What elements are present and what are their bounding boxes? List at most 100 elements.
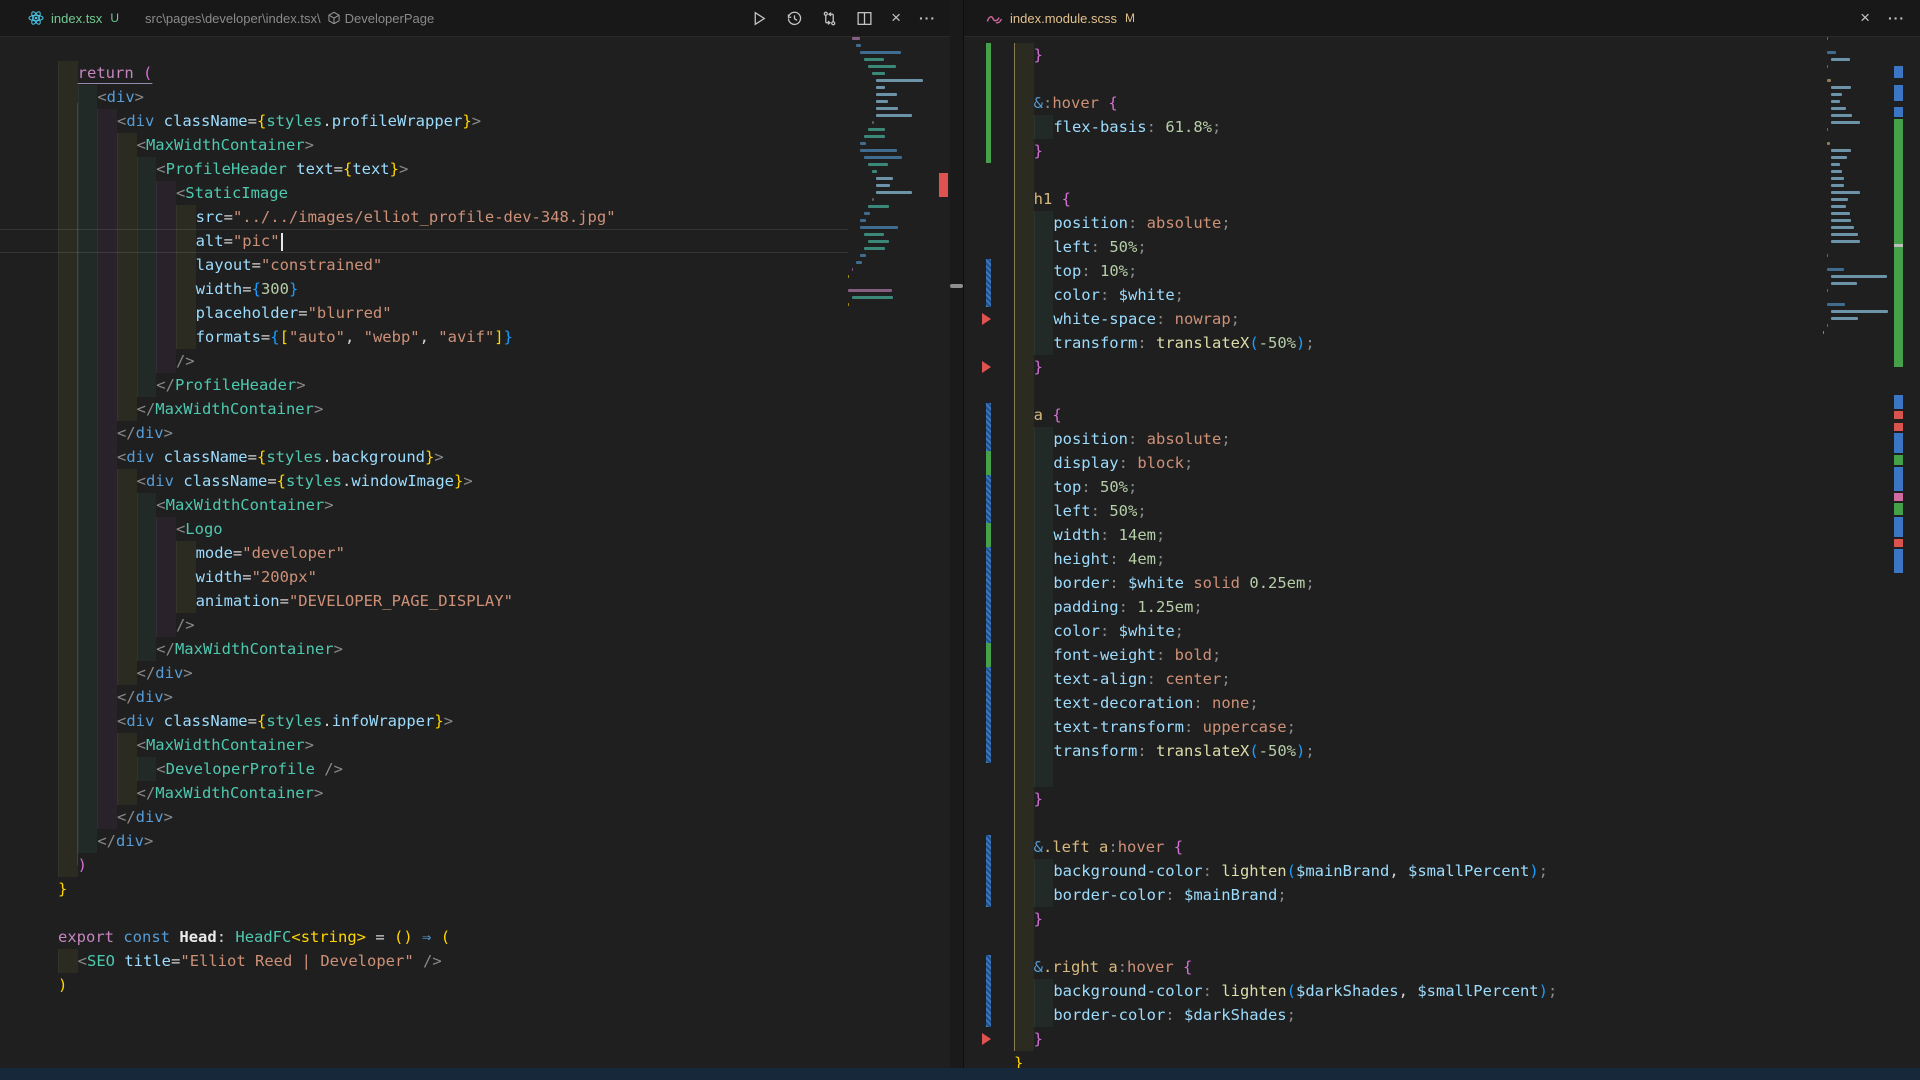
code-line[interactable]: <Logo: [0, 517, 848, 541]
code-line[interactable]: background-color: lighten($darkShades, $…: [964, 979, 1823, 1003]
code-line[interactable]: formats={["auto", "webp", "avif"]}: [0, 325, 848, 349]
code-line[interactable]: width={300}: [0, 277, 848, 301]
code-line[interactable]: }: [964, 787, 1823, 811]
code-line[interactable]: ): [0, 853, 848, 877]
code-line[interactable]: height: 4em;: [964, 547, 1823, 571]
code-line[interactable]: flex-basis: 61.8%;: [964, 115, 1823, 139]
sash-handle[interactable]: [950, 284, 963, 288]
code-line[interactable]: <div className={styles.profileWrapper}>: [0, 109, 848, 133]
code-line[interactable]: }: [964, 1027, 1823, 1051]
code-line[interactable]: </div>: [0, 829, 848, 853]
code-line[interactable]: text-align: center;: [964, 667, 1823, 691]
code-line[interactable]: }: [964, 43, 1823, 67]
code-line[interactable]: position: absolute;: [964, 211, 1823, 235]
code-line[interactable]: </div>: [0, 421, 848, 445]
code-line[interactable]: }: [964, 355, 1823, 379]
breadcrumb-path[interactable]: src\pages\developer\index.tsx\: [145, 11, 321, 26]
code-line[interactable]: border-color: $mainBrand;: [964, 883, 1823, 907]
split-editor-icon[interactable]: [856, 10, 873, 27]
code-line[interactable]: top: 10%;: [964, 259, 1823, 283]
code-line[interactable]: ): [0, 973, 848, 997]
more-actions-button[interactable]: ···: [1888, 10, 1905, 26]
code-line[interactable]: [964, 163, 1823, 187]
code-line[interactable]: &:hover {: [964, 91, 1823, 115]
compare-changes-icon[interactable]: [821, 10, 838, 27]
code-line[interactable]: }: [964, 139, 1823, 163]
code-line[interactable]: <SEO title="Elliot Reed | Developer" />: [0, 949, 848, 973]
code-line[interactable]: }: [964, 1051, 1823, 1068]
pane-divider[interactable]: [950, 0, 963, 1068]
code-line[interactable]: <DeveloperProfile />: [0, 757, 848, 781]
code-line[interactable]: background-color: lighten($mainBrand, $s…: [964, 859, 1823, 883]
overview-ruler-left[interactable]: [936, 37, 950, 1068]
code-line[interactable]: width="200px": [0, 565, 848, 589]
code-line[interactable]: }: [964, 907, 1823, 931]
code-line[interactable]: animation="DEVELOPER_PAGE_DISPLAY": [0, 589, 848, 613]
code-line[interactable]: }: [0, 877, 848, 901]
code-line[interactable]: [964, 931, 1823, 955]
code-line[interactable]: <MaxWidthContainer>: [0, 493, 848, 517]
code-line[interactable]: [964, 379, 1823, 403]
code-line[interactable]: [964, 67, 1823, 91]
code-line[interactable]: color: $white;: [964, 283, 1823, 307]
code-line[interactable]: </div>: [0, 685, 848, 709]
code-line[interactable]: left: 50%;: [964, 235, 1823, 259]
code-line[interactable]: </div>: [0, 805, 848, 829]
code-editor-right[interactable]: }&:hover {flex-basis: 61.8%;}h1 {positio…: [964, 37, 1823, 1068]
code-line[interactable]: export const Head: HeadFC<string> = () ⇒…: [0, 925, 848, 949]
code-line[interactable]: return (: [0, 61, 848, 85]
code-line[interactable]: </div>: [0, 661, 848, 685]
code-line[interactable]: <div className={styles.windowImage}>: [0, 469, 848, 493]
code-line[interactable]: border: $white solid 0.25em;: [964, 571, 1823, 595]
code-line[interactable]: placeholder="blurred": [0, 301, 848, 325]
tab-filename[interactable]: index.module.scss: [1010, 11, 1117, 26]
code-line[interactable]: layout="constrained": [0, 253, 848, 277]
close-editor-button[interactable]: ×: [891, 10, 901, 26]
code-line[interactable]: font-weight: bold;: [964, 643, 1823, 667]
breadcrumb[interactable]: src\pages\developer\index.tsx\ Developer…: [145, 11, 434, 26]
code-line[interactable]: &.right a:hover {: [964, 955, 1823, 979]
code-line[interactable]: <div>: [0, 85, 848, 109]
timeline-icon[interactable]: [786, 10, 803, 27]
code-line[interactable]: white-space: nowrap;: [964, 307, 1823, 331]
code-line[interactable]: <MaxWidthContainer>: [0, 733, 848, 757]
code-line[interactable]: left: 50%;: [964, 499, 1823, 523]
code-line[interactable]: text-decoration: none;: [964, 691, 1823, 715]
code-line[interactable]: padding: 1.25em;: [964, 595, 1823, 619]
code-line[interactable]: mode="developer": [0, 541, 848, 565]
code-line[interactable]: <StaticImage: [0, 181, 848, 205]
tab-filename[interactable]: index.tsx: [51, 11, 102, 26]
code-line[interactable]: </MaxWidthContainer>: [0, 637, 848, 661]
code-line[interactable]: a {: [964, 403, 1823, 427]
code-editor-left[interactable]: return (<div><div className={styles.prof…: [0, 37, 848, 1068]
code-line[interactable]: [0, 901, 848, 925]
code-line[interactable]: <ProfileHeader text={text}>: [0, 157, 848, 181]
code-line[interactable]: width: 14em;: [964, 523, 1823, 547]
code-line[interactable]: transform: translateX(-50%);: [964, 331, 1823, 355]
code-line[interactable]: </ProfileHeader>: [0, 373, 848, 397]
status-bar[interactable]: [0, 1068, 1920, 1080]
minimap-right[interactable]: [1823, 37, 1891, 1068]
code-line[interactable]: border-color: $darkShades;: [964, 1003, 1823, 1027]
code-line[interactable]: [964, 811, 1823, 835]
code-line[interactable]: <MaxWidthContainer>: [0, 133, 848, 157]
code-line[interactable]: position: absolute;: [964, 427, 1823, 451]
code-line[interactable]: <div className={styles.background}>: [0, 445, 848, 469]
code-line[interactable]: />: [0, 349, 848, 373]
code-line[interactable]: &.left a:hover {: [964, 835, 1823, 859]
code-line[interactable]: transform: translateX(-50%);: [964, 739, 1823, 763]
code-line[interactable]: </MaxWidthContainer>: [0, 781, 848, 805]
breadcrumb-symbol[interactable]: DeveloperPage: [345, 11, 435, 26]
run-button[interactable]: [751, 10, 768, 27]
code-line[interactable]: </MaxWidthContainer>: [0, 397, 848, 421]
code-line[interactable]: text-transform: uppercase;: [964, 715, 1823, 739]
code-line[interactable]: color: $white;: [964, 619, 1823, 643]
code-line[interactable]: h1 {: [964, 187, 1823, 211]
overview-ruler-right[interactable]: [1891, 37, 1920, 1068]
code-line[interactable]: alt="pic": [0, 229, 848, 253]
code-line[interactable]: src="../../images/elliot_profile-dev-348…: [0, 205, 848, 229]
code-line[interactable]: <div className={styles.infoWrapper}>: [0, 709, 848, 733]
code-line[interactable]: display: block;: [964, 451, 1823, 475]
code-line[interactable]: />: [0, 613, 848, 637]
close-editor-button[interactable]: ×: [1860, 10, 1870, 26]
